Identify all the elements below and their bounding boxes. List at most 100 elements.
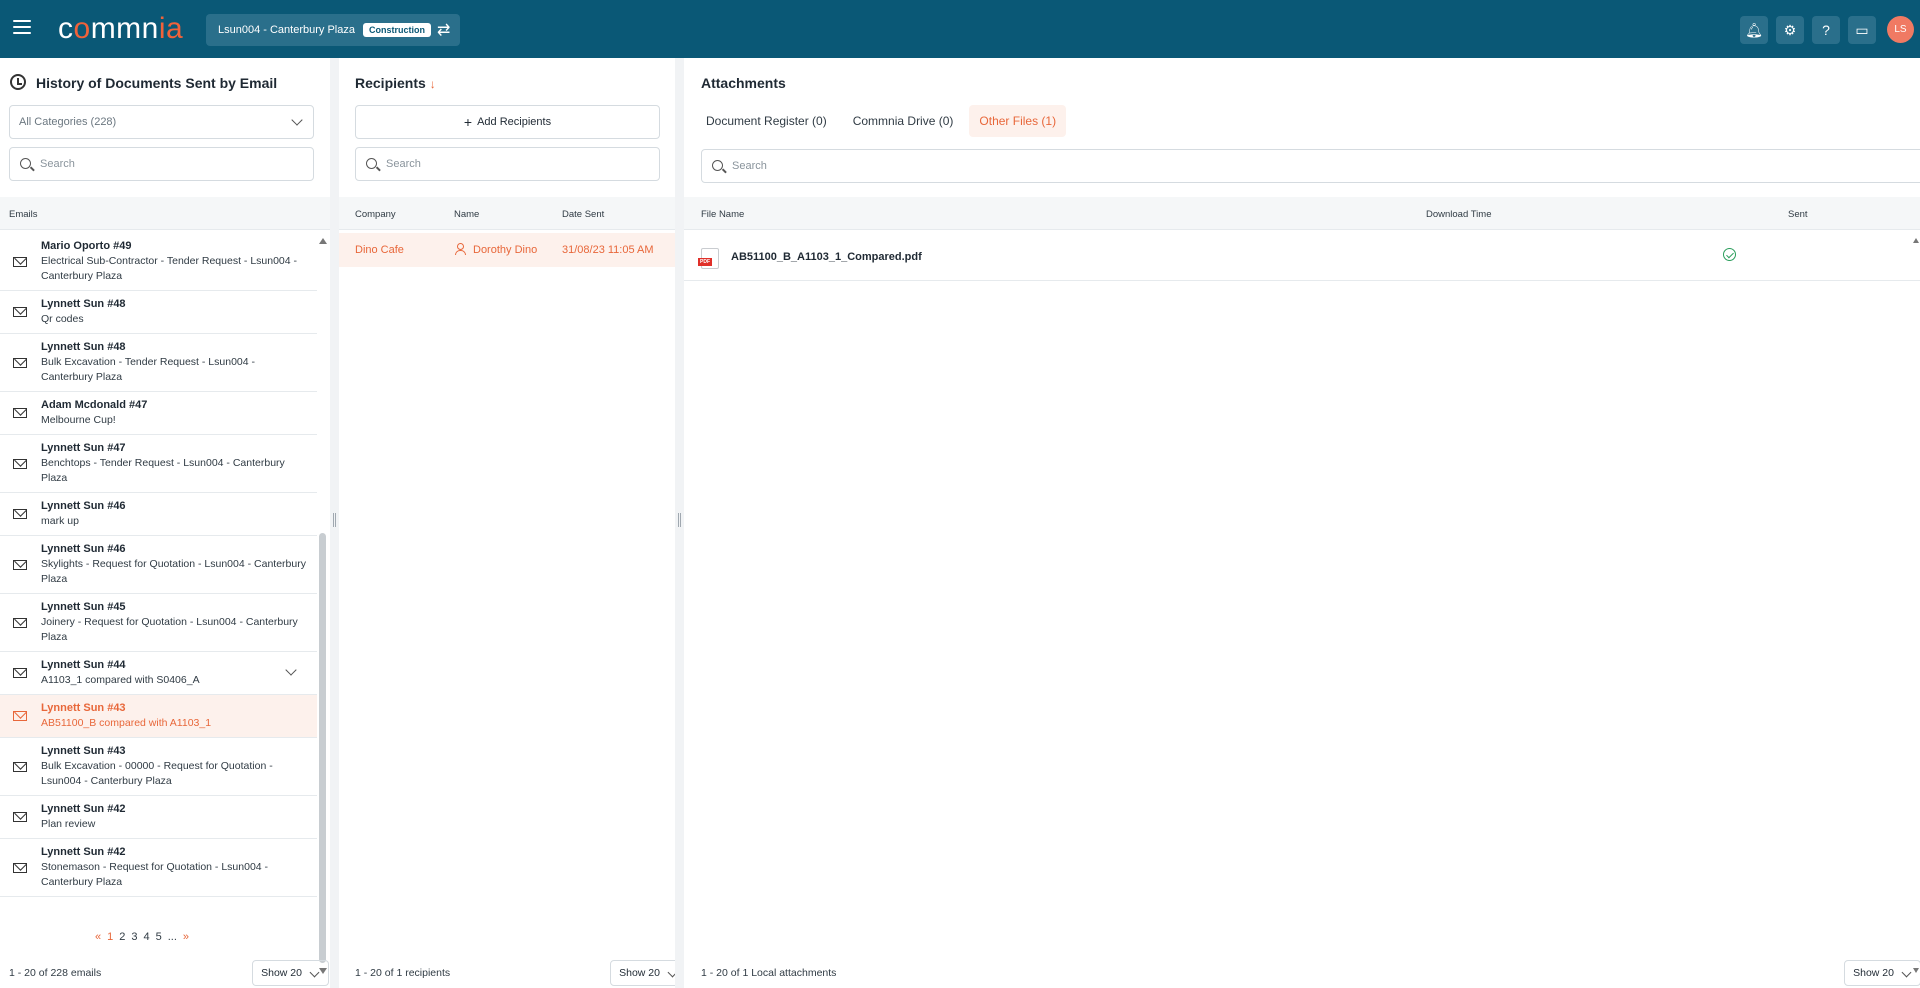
list-item[interactable]: Lynnett Sun #42 Plan review bbox=[0, 796, 317, 839]
avatar[interactable]: LS bbox=[1887, 16, 1914, 43]
pager-prev[interactable]: « bbox=[95, 931, 101, 943]
tab-document-register[interactable]: Document Register (0) bbox=[696, 105, 837, 137]
list-item[interactable]: Lynnett Sun #44 A1103_1 compared with S04… bbox=[0, 652, 317, 695]
recipients-table-header: Company Name Date Sent bbox=[339, 197, 675, 230]
show-per-page-select[interactable]: Show 20 bbox=[252, 960, 329, 986]
pager-page[interactable]: 3 bbox=[131, 931, 137, 943]
email-subject: AB51100_B compared with A1103_1 bbox=[41, 717, 212, 729]
add-recipients-label: Add Recipients bbox=[477, 116, 552, 128]
pagination: « 1 2 3 4 5 ... » bbox=[95, 931, 189, 943]
list-item[interactable]: Lynnett Sun #48 Qr codes bbox=[0, 291, 317, 334]
top-bar: commnia Lsun004 - Canterbury Plaza Const… bbox=[0, 0, 1920, 58]
chat-icon[interactable]: ▭ bbox=[1848, 16, 1876, 44]
menu-icon[interactable] bbox=[13, 20, 31, 34]
pager-page[interactable]: 2 bbox=[119, 931, 125, 943]
column-company[interactable]: Company bbox=[355, 209, 396, 220]
search-icon bbox=[366, 158, 377, 169]
list-item[interactable]: Lynnett Sun #43 AB51100_B compared with A… bbox=[0, 695, 317, 738]
email-sender: Lynnett Sun #45 bbox=[41, 601, 126, 613]
attachments-scrollbar[interactable] bbox=[1913, 233, 1919, 978]
pager-ellipsis[interactable]: ... bbox=[168, 931, 177, 943]
project-switcher[interactable]: Lsun004 - Canterbury Plaza Construction … bbox=[206, 14, 460, 46]
scroll-up-icon[interactable] bbox=[319, 238, 327, 244]
pager-page[interactable]: 5 bbox=[156, 931, 162, 943]
envelope-icon bbox=[13, 458, 27, 469]
list-item[interactable]: Lynnett Sun #48 Bulk Excavation - Tender … bbox=[0, 334, 317, 392]
pager-next[interactable]: » bbox=[183, 931, 189, 943]
panel-resize-handle[interactable] bbox=[675, 58, 684, 988]
panel-resize-handle[interactable] bbox=[330, 58, 339, 988]
bell-icon[interactable]: 🔔︎ bbox=[1740, 16, 1768, 44]
category-select-value: All Categories (228) bbox=[19, 116, 117, 128]
attachment-count: 1 - 20 of 1 Local attachments bbox=[701, 967, 837, 979]
column-name[interactable]: Name bbox=[454, 209, 479, 220]
email-search-input[interactable]: Search bbox=[9, 147, 314, 181]
envelope-icon bbox=[13, 256, 27, 267]
project-name: Lsun004 - Canterbury Plaza bbox=[218, 24, 355, 36]
list-item[interactable]: Mario Oporto #49 Electrical Sub-Contracto… bbox=[0, 233, 317, 291]
email-sender: Lynnett Sun #46 bbox=[41, 543, 126, 555]
envelope-icon bbox=[13, 357, 27, 368]
search-icon bbox=[20, 158, 31, 169]
recipient-search-input[interactable]: Search bbox=[355, 147, 660, 181]
pager-page[interactable]: 4 bbox=[144, 931, 150, 943]
recipient-search-placeholder: Search bbox=[386, 158, 421, 170]
email-subject: Benchtops - Tender Request - Lsun004 - C… bbox=[41, 457, 285, 484]
email-list-scrollbar[interactable] bbox=[318, 233, 328, 978]
file-name[interactable]: AB51100_B_A1103_1_Compared.pdf bbox=[731, 251, 922, 263]
email-sender: Lynnett Sun #44 bbox=[41, 659, 126, 671]
recipient-count: 1 - 20 of 1 recipients bbox=[355, 967, 451, 979]
show-per-page-select[interactable]: Show 20 bbox=[1844, 960, 1920, 986]
scroll-up-icon[interactable] bbox=[1913, 238, 1919, 243]
list-item[interactable]: Lynnett Sun #46 Skylights - Request for Q… bbox=[0, 536, 317, 594]
table-row[interactable]: Dino Cafe Dorothy Dino 31/08/23 11:05 AM bbox=[339, 233, 675, 267]
table-row[interactable]: PDF AB51100_B_A1103_1_Compared.pdf bbox=[684, 233, 1920, 281]
email-sender: Lynnett Sun #46 bbox=[41, 500, 126, 512]
attachments-table-header: File Name Download Time Sent bbox=[684, 197, 1920, 230]
email-sender: Lynnett Sun #42 bbox=[41, 846, 126, 858]
email-subject: Stonemason - Request for Quotation - Lsu… bbox=[41, 861, 269, 888]
envelope-icon bbox=[13, 761, 27, 772]
pdf-file-icon: PDF bbox=[698, 248, 719, 269]
chevron-down-icon bbox=[291, 114, 303, 126]
project-status-badge: Construction bbox=[362, 23, 431, 37]
list-item[interactable]: Adam Mcdonald #47 Melbourne Cup! bbox=[0, 392, 317, 435]
column-date-sent[interactable]: Date Sent bbox=[562, 209, 604, 220]
list-item[interactable]: Lynnett Sun #42 Stonemason - Request for … bbox=[0, 839, 317, 897]
email-subject: Skylights - Request for Quotation - Lsun… bbox=[41, 558, 306, 585]
list-item[interactable]: Lynnett Sun #46 mark up bbox=[0, 493, 317, 536]
commnia-logo[interactable]: commnia bbox=[58, 12, 183, 46]
list-item[interactable]: Lynnett Sun #47 Benchtops - Tender Reques… bbox=[0, 435, 317, 493]
list-item[interactable]: Lynnett Sun #43 Bulk Excavation - 00000 -… bbox=[0, 738, 317, 796]
column-sent[interactable]: Sent bbox=[1788, 209, 1808, 220]
email-subject: A1103_1 compared with S0406_A bbox=[41, 674, 200, 686]
scrollbar-thumb[interactable] bbox=[319, 533, 326, 963]
attachment-search-placeholder: Search bbox=[732, 160, 767, 172]
sort-arrow-icon[interactable]: ↓ bbox=[430, 77, 436, 91]
gear-icon[interactable]: ⚙ bbox=[1776, 16, 1804, 44]
search-icon bbox=[712, 160, 723, 171]
help-icon[interactable]: ? bbox=[1812, 16, 1840, 44]
list-item[interactable]: Lynnett Sun #45 Joinery - Request for Quo… bbox=[0, 594, 317, 652]
category-select[interactable]: All Categories (228) bbox=[9, 105, 314, 139]
tab-other-files[interactable]: Other Files (1) bbox=[969, 105, 1067, 137]
attachment-tabs: Document Register (0) Commnia Drive (0) … bbox=[696, 105, 1067, 137]
envelope-icon bbox=[13, 559, 27, 570]
recipient-date-sent: 31/08/23 11:05 AM bbox=[562, 244, 654, 256]
history-title: History of Documents Sent by Email bbox=[36, 75, 278, 91]
email-subject: Plan review bbox=[41, 818, 96, 830]
column-download-time[interactable]: Download Time bbox=[1426, 209, 1491, 220]
pdf-badge: PDF bbox=[698, 258, 712, 266]
tab-commnia-drive[interactable]: Commnia Drive (0) bbox=[843, 105, 964, 137]
email-subject: Electrical Sub-Contractor - Tender Reque… bbox=[41, 255, 298, 282]
pager-page[interactable]: 1 bbox=[107, 931, 113, 943]
show-per-page-value: Show 20 bbox=[619, 967, 660, 979]
email-count: 1 - 20 of 228 emails bbox=[9, 967, 102, 979]
add-recipients-button[interactable]: + Add Recipients bbox=[355, 105, 660, 139]
swap-icon: ⇄ bbox=[436, 22, 451, 39]
history-icon bbox=[10, 74, 26, 90]
attachment-search-input[interactable]: Search bbox=[701, 149, 1920, 183]
email-sender: Lynnett Sun #43 bbox=[41, 745, 126, 757]
column-file-name[interactable]: File Name bbox=[701, 209, 744, 220]
recipients-title: Recipients ↓ bbox=[355, 75, 436, 91]
